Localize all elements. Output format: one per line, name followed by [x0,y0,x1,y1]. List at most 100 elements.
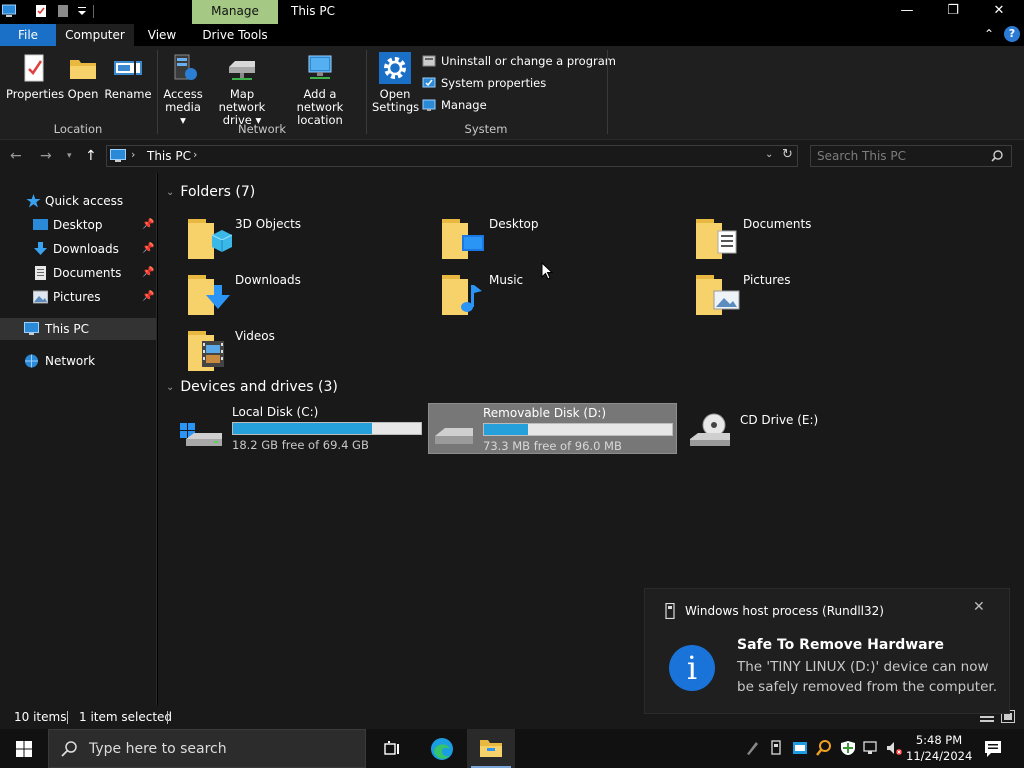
folders-section-header[interactable]: ⌄ Folders (7) [166,184,255,200]
folder-music[interactable]: Music [416,269,656,319]
pin-icon[interactable]: 📌 [142,262,154,284]
address-bar[interactable]: › This PC › ⌄ ↻ [106,145,798,167]
clock-time: 5:48 PM [915,733,963,747]
sidebar-item-desktop[interactable]: Desktop 📌 [0,214,156,236]
status-separator [67,711,68,724]
customize-quick-access-icon[interactable] [75,4,89,18]
folder-documents[interactable]: Documents [670,213,910,263]
open-settings-button[interactable]: Open Settings [372,52,419,114]
access-media-label-2: media [165,100,201,114]
network-tray-icon[interactable] [863,740,879,756]
pen-workspace-icon[interactable] [744,740,760,756]
chevron-down-icon[interactable]: ⌄ [166,187,174,198]
properties-button[interactable]: Properties [6,52,64,101]
pictures-icon [33,290,48,304]
documents-folder-icon [696,219,737,259]
recent-locations-button[interactable]: ▾ [67,151,72,161]
start-button[interactable] [0,729,48,768]
search-box[interactable] [810,145,1012,167]
this-pc-icon[interactable] [2,4,16,18]
drive-local-disk-c[interactable]: Local Disk (C:) 18.2 GB free of 69.4 GB [178,403,426,453]
open-folder-icon [70,60,96,79]
search-input[interactable] [817,148,987,164]
address-path[interactable]: This PC [147,149,191,163]
maximize-button[interactable]: ❐ [930,0,976,24]
add-network-location-button[interactable]: Add a network location [281,52,359,127]
selection-count: 1 item selected [79,710,173,724]
network-location-icon [308,55,332,79]
manage-button[interactable]: Manage [422,96,487,114]
map-network-drive-button[interactable]: Map network drive ▾ [206,52,278,127]
tab-file[interactable]: File [0,24,56,46]
uninstall-program-button[interactable]: Uninstall or change a program [422,52,616,70]
folder-3d-objects[interactable]: 3D Objects [162,213,402,263]
folder-pictures[interactable]: Pictures [670,269,910,319]
sidebar-item-documents[interactable]: Documents 📌 [0,262,156,284]
system-properties-button[interactable]: System properties [422,74,546,92]
refresh-icon[interactable]: ↻ [782,147,793,162]
back-button[interactable]: ← [10,148,22,164]
3d-objects-folder-icon [188,219,232,259]
chevron-down-icon[interactable]: ⌄ [166,382,174,393]
sidebar-item-pictures[interactable]: Pictures 📌 [0,286,156,308]
manage-label: Manage [441,98,487,112]
task-view-button[interactable] [368,729,416,768]
folder-label: Desktop [489,217,539,231]
drive-removable-disk-d[interactable]: Removable Disk (D:) 73.3 MB free of 96.0… [428,403,677,454]
close-icon[interactable]: ✕ [973,599,985,615]
pin-icon[interactable]: 📌 [142,238,154,260]
usb-eject-tray-icon[interactable] [768,740,784,756]
tab-manage[interactable]: Manage [192,0,278,24]
drive-cd-e[interactable]: CD Drive (E:) [686,403,934,453]
folder-videos[interactable]: Videos [162,325,402,375]
edge-icon [431,738,453,760]
drive-usage-bar [483,423,673,436]
computer-management-icon [422,99,436,111]
system-group-label: System [464,122,508,136]
open-button[interactable]: Open [64,52,102,101]
download-arrow-icon [34,242,47,255]
tab-computer[interactable]: Computer [56,24,134,46]
pin-icon[interactable]: 📌 [142,214,154,236]
folder-downloads[interactable]: Downloads [162,269,402,319]
access-media-button[interactable]: Access media ▾ [162,52,204,127]
system-clock[interactable]: 5:48 PM 11/24/2024 [906,732,972,764]
uninstall-icon [422,55,436,67]
taskbar-search-box[interactable]: Type here to search [48,729,366,768]
action-center-icon[interactable] [984,740,1002,758]
file-explorer-button[interactable] [467,729,515,768]
pin-icon[interactable]: 📌 [142,286,154,308]
edge-browser-button[interactable] [418,729,466,768]
forward-button[interactable]: → [40,148,52,164]
drive-usage-fill [233,423,372,434]
minimize-ribbon-icon[interactable]: ⌃ [984,27,994,41]
sidebar-item-this-pc[interactable]: This PC [0,318,156,340]
group-separator [157,50,158,134]
new-folder-quick-icon[interactable] [56,4,70,18]
sidebar-item-network[interactable]: Network [0,350,156,372]
tab-view[interactable]: View [136,24,188,46]
properties-quick-icon[interactable] [34,4,48,18]
rename-button[interactable]: Rename [104,52,152,101]
folder-label: 3D Objects [235,217,302,231]
volume-muted-icon[interactable] [886,740,902,756]
up-button[interactable]: ↑ [85,148,97,164]
drive-name: Removable Disk (D:) [483,406,607,420]
help-icon[interactable]: ? [1004,26,1020,42]
breadcrumb-separator-icon[interactable]: › [193,148,197,161]
address-history-dropdown-icon[interactable]: ⌄ [765,149,773,160]
security-shield-icon[interactable] [840,740,856,756]
sidebar-item-downloads[interactable]: Downloads 📌 [0,238,156,260]
minimize-button[interactable]: — [884,0,930,24]
magnifier-tray-icon[interactable] [816,740,832,756]
notification-toast[interactable]: Windows host process (Rundll32) ✕ i Safe… [644,588,1010,714]
task-view-icon [384,741,399,755]
folder-desktop[interactable]: Desktop [416,213,656,263]
sidebar-item-quick-access[interactable]: Quick access [0,190,156,212]
devices-section-header[interactable]: ⌄ Devices and drives (3) [166,379,338,395]
title-bar: Manage This PC — ❐ ✕ [0,0,1024,24]
tab-drive-tools[interactable]: Drive Tools [192,24,278,46]
usb-device-icon [665,603,675,619]
app-tray-icon[interactable] [792,740,808,756]
close-button[interactable]: ✕ [976,0,1022,24]
